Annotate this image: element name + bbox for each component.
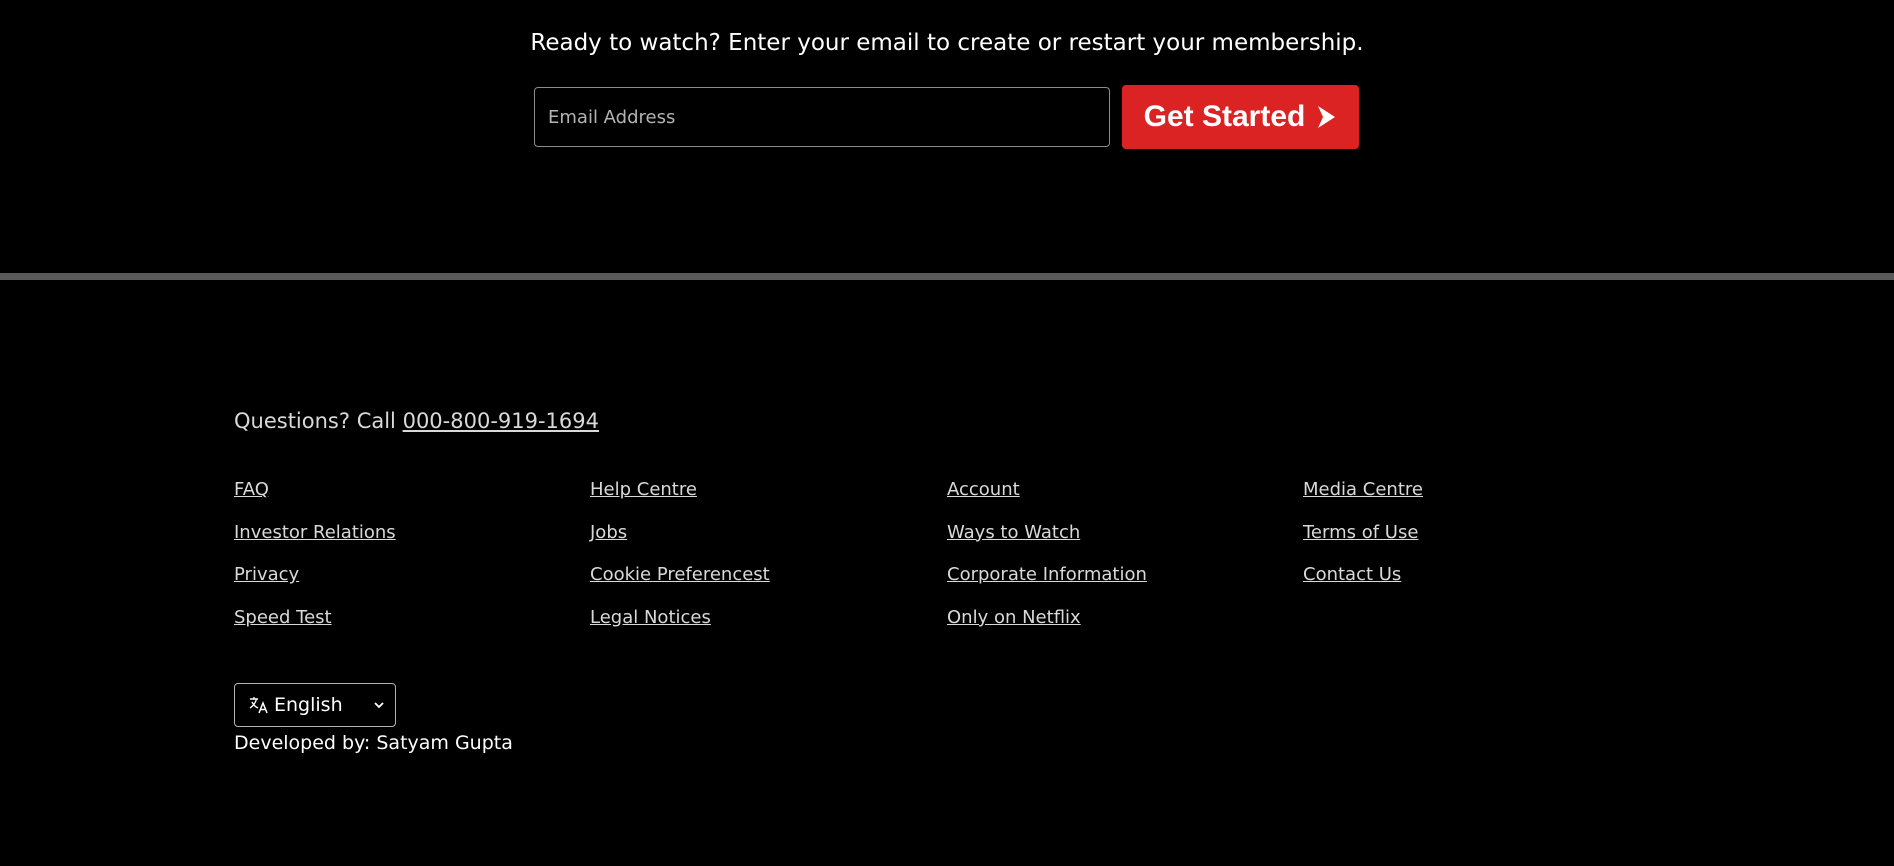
- footer-column-3: Account Ways to Watch Corporate Informat…: [947, 478, 1147, 648]
- footer-link-legal-notices[interactable]: Legal Notices: [590, 606, 770, 630]
- email-form: Get Started: [534, 85, 1359, 149]
- footer-link-only-on-netflix[interactable]: Only on Netflix: [947, 606, 1147, 630]
- footer-link-jobs[interactable]: Jobs: [590, 521, 770, 545]
- footer-link-media-centre[interactable]: Media Centre: [1303, 478, 1423, 502]
- chevron-right-icon: [1318, 106, 1336, 128]
- footer-link-privacy[interactable]: Privacy: [234, 563, 396, 587]
- footer-link-speed-test[interactable]: Speed Test: [234, 606, 396, 630]
- footer-column-2: Help Centre Jobs Cookie Preferencest Leg…: [590, 478, 770, 648]
- questions-text: Questions? Call: [234, 409, 403, 433]
- section-divider: [0, 273, 1894, 280]
- footer-column-1: FAQ Investor Relations Privacy Speed Tes…: [234, 478, 396, 648]
- language-select[interactable]: English: [234, 683, 396, 727]
- translate-icon: [249, 697, 268, 714]
- phone-link[interactable]: 000-800-919-1694: [403, 409, 599, 433]
- get-started-button[interactable]: Get Started: [1122, 85, 1359, 149]
- chevron-down-icon: [374, 702, 384, 709]
- footer-link-cookie-preferences[interactable]: Cookie Preferencest: [590, 563, 770, 587]
- get-started-label: Get Started: [1143, 100, 1306, 133]
- footer-link-terms-of-use[interactable]: Terms of Use: [1303, 521, 1423, 545]
- questions-line: Questions? Call 000-800-919-1694: [234, 406, 599, 436]
- footer-link-ways-to-watch[interactable]: Ways to Watch: [947, 521, 1147, 545]
- footer-link-contact-us[interactable]: Contact Us: [1303, 563, 1423, 587]
- footer-link-corporate-information[interactable]: Corporate Information: [947, 563, 1147, 587]
- footer-link-investor-relations[interactable]: Investor Relations: [234, 521, 396, 545]
- email-signup-section: Ready to watch? Enter your email to crea…: [0, 0, 1894, 273]
- footer-column-4: Media Centre Terms of Use Contact Us: [1303, 478, 1423, 606]
- footer: Questions? Call 000-800-919-1694 FAQ Inv…: [0, 280, 1894, 866]
- signup-prompt: Ready to watch? Enter your email to crea…: [530, 30, 1364, 56]
- footer-link-help-centre[interactable]: Help Centre: [590, 478, 770, 502]
- footer-link-faq[interactable]: FAQ: [234, 478, 396, 502]
- language-label: English: [274, 694, 343, 716]
- footer-link-account[interactable]: Account: [947, 478, 1147, 502]
- developer-credit: Developed by: Satyam Gupta: [234, 732, 513, 754]
- email-input[interactable]: [534, 87, 1110, 147]
- page: Ready to watch? Enter your email to crea…: [0, 0, 1894, 866]
